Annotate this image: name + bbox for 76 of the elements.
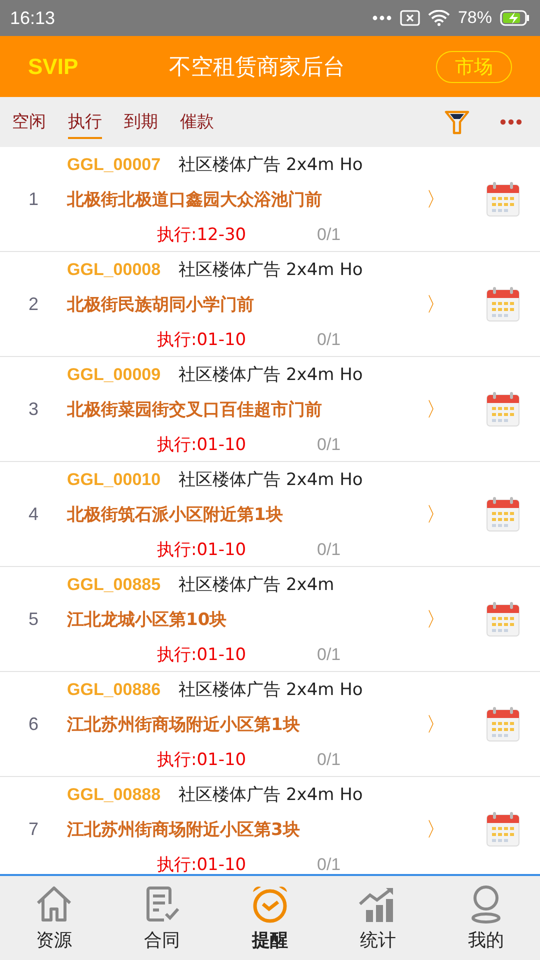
ad-address: 北极街民族胡同小学门前 [67, 294, 255, 316]
row-number: 2 [27, 294, 40, 314]
ad-code: GGL_00010 [67, 470, 161, 490]
list-row[interactable]: 6 GGL_00886 社区楼体广告 2x4m Ho 江北苏州街商场附近小区第1块 执行:01-10 0/1 〉 [0, 672, 540, 777]
ad-code: GGL_00885 [67, 574, 161, 594]
nav-tab[interactable]: 我的 [432, 876, 540, 960]
execution-date: 执行:01-10 [157, 328, 248, 350]
progress-count: 0/1 [317, 330, 341, 350]
ad-description: 社区楼体广告 2x4m Ho [178, 784, 363, 806]
nav-tab[interactable]: 提醒 [216, 876, 324, 960]
list-row[interactable]: 3 GGL_00009 社区楼体广告 2x4m Ho 北极街菜园街交叉口百佳超市门前 执行:01-10 0/1 〉 [0, 357, 540, 462]
ad-description: 社区楼体广告 2x4m Ho [178, 364, 363, 386]
row-number: 1 [27, 188, 40, 210]
progress-count: 0/1 [317, 644, 341, 664]
calendar-icon[interactable] [486, 811, 520, 847]
execution-date: 执行:12-30 [157, 224, 248, 246]
list-row[interactable]: 4 GGL_00010 社区楼体广告 2x4m Ho 北极街筑石派小区附近第1块 执行:01-10 0/1 〉 [0, 462, 540, 567]
calendar-icon[interactable] [486, 286, 520, 322]
ad-address: 北极街北极道口鑫园大众浴池门前 [67, 188, 323, 210]
progress-count: 0/1 [317, 434, 341, 454]
more-icon[interactable] [500, 119, 522, 125]
ad-code: GGL_00888 [67, 784, 161, 804]
progress-count: 0/1 [317, 750, 341, 770]
ad-description: 社区楼体广告 2x4m Ho [178, 468, 363, 490]
ad-address: 江北苏州街商场附近小区第3块 [67, 818, 301, 840]
list-row[interactable]: 1 GGL_00007 社区楼体广告 2x4m Ho 北极街北极道口鑫园大众浴池门前 执行:12-30 0/1 〉 [0, 147, 540, 252]
execution-date: 执行:01-10 [157, 434, 248, 456]
ad-code: GGL_00886 [67, 680, 161, 700]
execution-date: 执行:01-10 [157, 538, 248, 560]
nav-tab[interactable]: 统计 [324, 876, 432, 960]
filter-icon[interactable] [444, 109, 470, 135]
progress-count: 0/1 [317, 854, 341, 874]
ad-description: 社区楼体广告 2x4m Ho [178, 678, 363, 700]
row-number: 6 [27, 714, 40, 734]
sim-card-icon [400, 10, 420, 26]
home-icon [34, 884, 74, 924]
execution-date: 执行:01-10 [157, 854, 248, 874]
row-number: 5 [27, 608, 40, 630]
status-time: 16:13 [10, 8, 56, 28]
calendar-icon[interactable] [486, 391, 520, 427]
progress-count: 0/1 [317, 540, 341, 560]
tab[interactable]: 空闲 [12, 106, 46, 138]
ad-code: GGL_00008 [67, 260, 161, 280]
progress-count: 0/1 [317, 224, 341, 244]
ad-code: GGL_00009 [67, 364, 161, 384]
calendar-icon[interactable] [486, 496, 520, 532]
calendar-icon[interactable] [486, 181, 520, 217]
ad-address: 江北龙城小区第10块 [67, 608, 228, 630]
nav-tab[interactable]: 合同 [108, 876, 216, 960]
nav-tab[interactable]: 资源 [0, 876, 108, 960]
execution-date: 执行:01-10 [157, 644, 248, 666]
ad-code: GGL_00007 [67, 154, 161, 174]
battery-charging-icon [500, 10, 530, 26]
ad-description: 社区楼体广告 2x4m [178, 574, 334, 596]
ad-address: 江北苏州街商场附近小区第1块 [67, 714, 301, 736]
battery-percent: 78% [458, 8, 492, 28]
alarm-clock-icon [250, 884, 290, 924]
ad-address: 北极街筑石派小区附近第1块 [67, 504, 284, 526]
wifi-icon [428, 10, 450, 26]
row-number: 7 [27, 818, 40, 840]
tab[interactable]: 执行 [68, 106, 102, 138]
tab[interactable]: 催款 [180, 106, 214, 138]
tab[interactable]: 到期 [124, 106, 158, 138]
list-row[interactable]: 2 GGL_00008 社区楼体广告 2x4m Ho 北极街民族胡同小学门前 执行:01-10 0/1 〉 [0, 252, 540, 357]
more-dots-icon [372, 15, 392, 21]
row-number: 4 [27, 504, 40, 524]
calendar-icon[interactable] [486, 706, 520, 742]
execution-date: 执行:01-10 [157, 748, 248, 770]
calendar-icon[interactable] [486, 601, 520, 637]
row-number: 3 [27, 398, 40, 420]
app-title: 不空租赁商家后台 [168, 54, 346, 82]
svip-label: SVIP [28, 54, 78, 80]
ad-address: 北极街菜园街交叉口百佳超市门前 [67, 398, 323, 420]
ad-description: 社区楼体广告 2x4m Ho [178, 154, 363, 176]
ad-description: 社区楼体广告 2x4m Ho [178, 258, 363, 280]
list-row[interactable]: 5 GGL_00885 社区楼体广告 2x4m 江北龙城小区第10块 执行:01-10 0/1 〉 [0, 567, 540, 672]
